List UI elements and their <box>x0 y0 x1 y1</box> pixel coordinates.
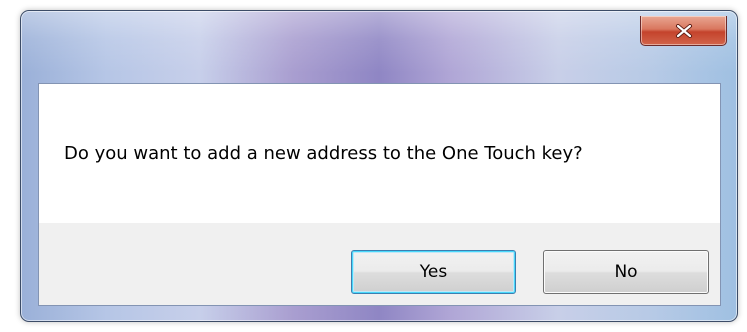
message-text: Do you want to add a new address to the … <box>64 143 583 164</box>
message-area: Do you want to add a new address to the … <box>39 84 720 223</box>
button-bar: Yes No <box>39 223 720 305</box>
yes-button[interactable]: Yes <box>351 250 516 294</box>
dialog-content: Do you want to add a new address to the … <box>38 83 721 306</box>
no-button[interactable]: No <box>543 250 709 294</box>
close-icon <box>675 23 693 38</box>
title-bar[interactable] <box>21 11 737 73</box>
close-button[interactable] <box>640 16 727 46</box>
message-dialog: Do you want to add a new address to the … <box>20 10 738 322</box>
screen: Do you want to add a new address to the … <box>0 0 747 332</box>
